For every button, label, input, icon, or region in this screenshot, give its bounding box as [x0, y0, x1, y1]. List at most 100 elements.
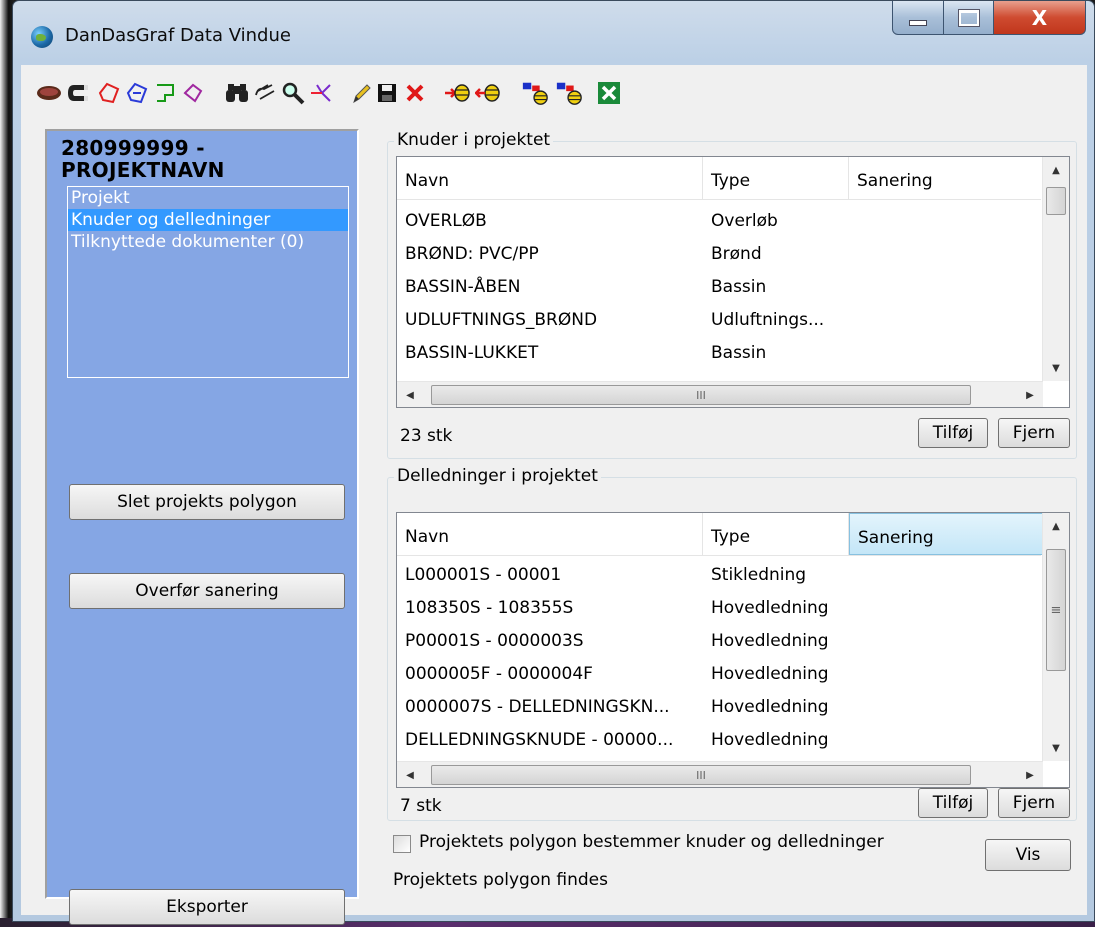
- cell-navn: BASSIN-ÅBEN: [405, 277, 521, 297]
- pencil-icon[interactable]: [347, 79, 375, 107]
- pipes-count: 7 stk: [400, 796, 442, 816]
- add-node-icon[interactable]: [443, 79, 471, 107]
- rectangle-select-icon[interactable]: [151, 79, 179, 107]
- table-row[interactable]: P00001S - 0000003S Hovedledning: [397, 625, 1041, 658]
- pipes-horizontal-scrollbar[interactable]: ◀ III ▶: [397, 761, 1043, 787]
- table-row[interactable]: 0000005F - 0000004F Hovedledning: [397, 658, 1041, 691]
- title-bar[interactable]: DanDasGraf Data Vindue X: [13, 1, 1094, 65]
- remove-node-button[interactable]: Fjern: [998, 418, 1070, 448]
- add-pipe-button[interactable]: Tilføj: [918, 788, 988, 818]
- column-header-type[interactable]: Type: [703, 157, 849, 199]
- delete-icon[interactable]: [401, 79, 429, 107]
- hand-select-icon[interactable]: [251, 79, 279, 107]
- route-icon[interactable]: [307, 79, 335, 107]
- add-pipe-icon[interactable]: [521, 79, 549, 107]
- cell-navn: 0000007S - DELLEDNINGSKN...: [405, 697, 670, 717]
- transfer-sanering-button[interactable]: Overfør sanering: [69, 573, 345, 609]
- cell-navn: DELLEDNINGSKNUDE - 00000...: [405, 730, 674, 750]
- scroll-left-icon[interactable]: ◀: [397, 382, 423, 407]
- polygon-status-text: Projektets polygon findes: [393, 870, 608, 890]
- table-row[interactable]: DELLEDNINGSKNUDE - 00000... Hovedledning: [397, 724, 1041, 757]
- cell-type: Hovedledning: [711, 664, 829, 684]
- nav-item-knuder-og-delledninger[interactable]: Knuder og delledninger: [68, 209, 348, 231]
- cell-type: Hovedledning: [711, 697, 829, 717]
- scroll-grip: III: [696, 768, 706, 782]
- nodes-count: 23 stk: [400, 426, 453, 446]
- cell-navn: L000001S - 00001: [405, 565, 562, 585]
- table-row[interactable]: UDLUFTNINGS_BRØND Udluftnings...: [397, 304, 1041, 337]
- globe-icon: [31, 26, 53, 48]
- maximize-button[interactable]: [944, 1, 994, 35]
- remove-pipe-button[interactable]: Fjern: [998, 788, 1070, 818]
- show-button[interactable]: Vis: [985, 839, 1071, 871]
- cell-type: Hovedledning: [711, 730, 829, 750]
- cell-type: Hovedledning: [711, 631, 829, 651]
- table-row[interactable]: BASSIN-ÅBEN Bassin: [397, 271, 1041, 304]
- pipes-group: Delledninger i projektet Navn Type Saner…: [387, 466, 1077, 821]
- project-title: 280999999 - PROJEKTNAVN: [61, 136, 225, 182]
- table-row[interactable]: 108350S - 108355S Hovedledning: [397, 592, 1041, 625]
- export-button[interactable]: Eksporter: [69, 889, 345, 925]
- data-window: DanDasGraf Data Vindue X 280999999 - PRO…: [12, 0, 1095, 925]
- cell-type: Hovedledning: [711, 598, 829, 618]
- column-header-type[interactable]: Type: [703, 513, 849, 555]
- binoculars-icon[interactable]: [223, 79, 251, 107]
- scroll-up-icon[interactable]: ▲: [1043, 513, 1069, 539]
- minimize-icon: [909, 19, 927, 26]
- nodes-list[interactable]: Navn Type Sanering OVERLØB Overløb BRØND…: [396, 156, 1070, 408]
- scroll-thumb[interactable]: III: [431, 765, 971, 785]
- cell-type: Overløb: [711, 211, 778, 231]
- scroll-down-icon[interactable]: ▼: [1043, 735, 1069, 761]
- freehand-select-icon[interactable]: [179, 79, 207, 107]
- polygon-icon[interactable]: [35, 79, 63, 107]
- scroll-right-icon[interactable]: ▶: [1017, 762, 1043, 787]
- zoom-icon[interactable]: [279, 79, 307, 107]
- client-area: 280999999 - PROJEKTNAVN Projekt Knuder o…: [21, 65, 1087, 925]
- cell-navn: UDLUFTNINGS_BRØND: [405, 310, 598, 330]
- scroll-thumb[interactable]: III: [431, 385, 971, 405]
- column-header-navn[interactable]: Navn: [397, 157, 703, 199]
- scroll-down-icon[interactable]: ▼: [1043, 355, 1069, 381]
- scroll-right-icon[interactable]: ▶: [1017, 382, 1043, 407]
- magnet-icon[interactable]: [65, 79, 93, 107]
- scroll-left-icon[interactable]: ◀: [397, 762, 423, 787]
- scroll-thumb[interactable]: ≡: [1046, 549, 1066, 671]
- table-row[interactable]: 0000007S - DELLEDNINGSKN... Hovedledning: [397, 691, 1041, 724]
- column-header-sanering[interactable]: Sanering: [849, 157, 1043, 199]
- table-row[interactable]: L000001S - 00001 Stikledning: [397, 559, 1041, 592]
- scroll-grip: ≡: [1050, 602, 1062, 618]
- pipes-vertical-scrollbar[interactable]: ▲ ≡ ▼: [1042, 513, 1069, 761]
- table-row[interactable]: BRØND: PVC/PP Brønd: [397, 238, 1041, 271]
- nav-item-projekt[interactable]: Projekt: [68, 187, 348, 209]
- nodes-horizontal-scrollbar[interactable]: ◀ III ▶: [397, 381, 1043, 407]
- caption-buttons: X: [892, 1, 1086, 37]
- remove-pipe-icon[interactable]: [555, 79, 583, 107]
- minimize-button[interactable]: [892, 1, 944, 35]
- project-panel: 280999999 - PROJEKTNAVN Projekt Knuder o…: [45, 129, 359, 925]
- nodes-vertical-scrollbar[interactable]: ▲ ▼: [1042, 157, 1069, 381]
- add-node-button[interactable]: Tilføj: [918, 418, 988, 448]
- scroll-up-icon[interactable]: ▲: [1043, 157, 1069, 183]
- edit-polygon-icon[interactable]: [123, 79, 151, 107]
- pipes-list[interactable]: Navn Type Sanering L000001S - 00001 Stik…: [396, 512, 1070, 788]
- nav-item-tilknyttede-dokumenter[interactable]: Tilknyttede dokumenter (0): [68, 231, 348, 253]
- delete-project-polygon-button[interactable]: Slet projekts polygon: [69, 484, 345, 520]
- draw-polygon-icon[interactable]: [95, 79, 123, 107]
- cell-navn: OVERLØB: [405, 211, 487, 231]
- cell-navn: 0000005F - 0000004F: [405, 664, 593, 684]
- window-title: DanDasGraf Data Vindue: [65, 25, 291, 46]
- column-header-navn[interactable]: Navn: [397, 513, 703, 555]
- project-nav-list[interactable]: Projekt Knuder og delledninger Tilknytte…: [67, 186, 349, 378]
- scroll-thumb[interactable]: [1046, 187, 1066, 215]
- table-row[interactable]: BASSIN-LUKKET Bassin: [397, 337, 1041, 370]
- close-window-button[interactable]: X: [994, 1, 1086, 35]
- remove-node-icon[interactable]: [475, 79, 503, 107]
- column-header-sanering[interactable]: Sanering: [849, 513, 1043, 555]
- table-row[interactable]: OVERLØB Overløb: [397, 205, 1041, 238]
- polygon-determines-checkbox[interactable]: [393, 835, 411, 853]
- save-icon[interactable]: [373, 79, 401, 107]
- maximize-icon: [958, 9, 979, 26]
- close-icon[interactable]: [595, 79, 623, 107]
- cell-navn: BRØND: PVC/PP: [405, 244, 539, 264]
- toolbar: [29, 75, 1069, 111]
